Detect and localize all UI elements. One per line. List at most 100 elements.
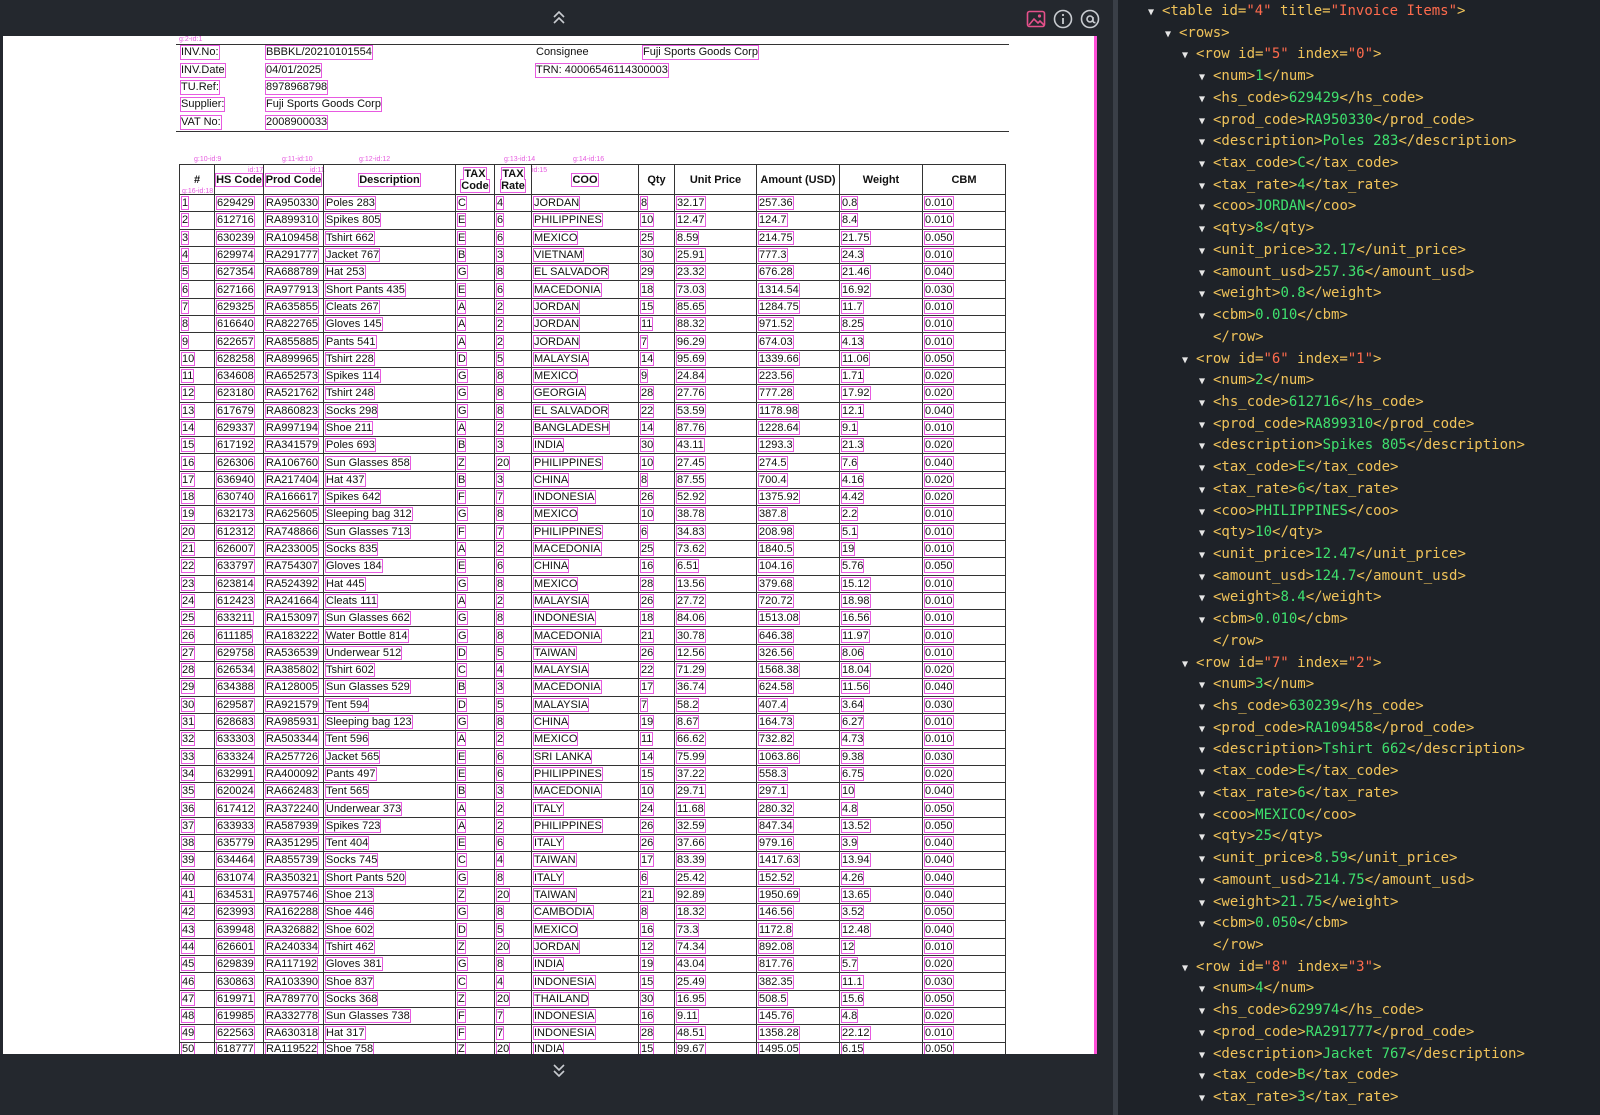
expand-triangle-icon[interactable]: ▼ [1199, 784, 1213, 806]
expand-triangle-icon[interactable]: ▼ [1182, 350, 1196, 372]
xml-tree-node[interactable]: ▼ <qty>8</qty> [1199, 218, 1314, 240]
expand-triangle-icon[interactable]: ▼ [1199, 502, 1213, 524]
expand-triangle-icon[interactable]: ▼ [1199, 1045, 1213, 1067]
expand-triangle-icon[interactable]: ▼ [1199, 914, 1213, 936]
xml-tree-node[interactable]: ▼ <coo>PHILIPPINES</coo> [1199, 501, 1398, 523]
expand-triangle-icon[interactable]: ▼ [1199, 719, 1213, 741]
expand-triangle-icon[interactable]: ▼ [1199, 610, 1213, 632]
info-icon[interactable] [1052, 8, 1074, 30]
chevron-down-icon[interactable] [548, 1059, 570, 1081]
expand-triangle-icon[interactable]: ▼ [1199, 241, 1213, 263]
xml-tree-node[interactable]: ▼ <amount_usd>124.7</amount_usd> [1199, 566, 1466, 588]
expand-triangle-icon[interactable]: ▼ [1199, 675, 1213, 697]
expand-triangle-icon[interactable]: ▼ [1199, 1023, 1213, 1045]
xml-tree-node[interactable]: </row> [1199, 327, 1264, 349]
xml-tree-node[interactable]: ▼ <cbm>0.050</cbm> [1199, 913, 1348, 935]
chevron-up-icon[interactable] [548, 7, 570, 29]
xml-tree-node[interactable]: ▼ <num>4</num> [1199, 978, 1314, 1000]
expand-triangle-icon[interactable]: ▼ [1148, 2, 1162, 24]
expand-triangle-icon[interactable]: ▼ [1199, 849, 1213, 871]
expand-triangle-icon[interactable]: ▼ [1199, 219, 1213, 241]
xml-tree-node[interactable]: ▼ <row id="5" index="0"> [1182, 44, 1381, 66]
xml-tree-node[interactable]: ▼ <tax_code>B</tax_code> [1199, 1065, 1398, 1087]
expand-triangle-icon[interactable]: ▼ [1165, 24, 1179, 46]
xml-tree-node[interactable]: ▼ <unit_price>8.59</unit_price> [1199, 848, 1457, 870]
xml-tree-node[interactable]: ▼ <prod_code>RA291777</prod_code> [1199, 1022, 1474, 1044]
expand-triangle-icon[interactable]: ▼ [1199, 89, 1213, 111]
xml-tree-node[interactable]: ▼ <description>Spikes 805</description> [1199, 435, 1525, 457]
xml-tree-node[interactable]: ▼ <table id="4" title="Invoice Items"> [1148, 1, 1465, 23]
expand-triangle-icon[interactable]: ▼ [1199, 871, 1213, 893]
expand-triangle-icon[interactable]: ▼ [1199, 893, 1213, 915]
xml-tree-node[interactable]: ▼ <tax_rate>6</tax_rate> [1199, 479, 1398, 501]
at-icon[interactable] [1079, 8, 1101, 30]
image-icon[interactable] [1025, 8, 1047, 30]
xml-tree-node[interactable]: ▼ <tax_rate>4</tax_rate> [1199, 175, 1398, 197]
xml-tree-node[interactable]: </row> [1199, 935, 1264, 957]
xml-tree-node[interactable]: </row> [1199, 631, 1264, 653]
expand-triangle-icon[interactable]: ▼ [1199, 132, 1213, 154]
expand-triangle-icon[interactable]: ▼ [1182, 654, 1196, 676]
xml-tree-node[interactable]: ▼ <description>Poles 283</description> [1199, 131, 1516, 153]
xml-tree-node[interactable]: ▼ <rows> [1165, 23, 1230, 45]
xml-tree-node[interactable]: ▼ <cbm>0.010</cbm> [1199, 609, 1348, 631]
expand-triangle-icon[interactable]: ▼ [1199, 523, 1213, 545]
xml-tree-node[interactable]: ▼ <tax_rate>3</tax_rate> [1199, 1087, 1398, 1109]
expand-triangle-icon[interactable]: ▼ [1199, 697, 1213, 719]
expand-triangle-icon[interactable]: ▼ [1199, 545, 1213, 567]
xml-tree-node[interactable]: ▼ <num>3</num> [1199, 674, 1314, 696]
xml-tree-node[interactable]: ▼ <tax_rate>6</tax_rate> [1199, 783, 1398, 805]
xml-tree-node[interactable]: ▼ <hs_code>612716</hs_code> [1199, 392, 1424, 414]
expand-triangle-icon[interactable]: ▼ [1199, 1066, 1213, 1088]
expand-triangle-icon[interactable]: ▼ [1199, 263, 1213, 285]
expand-triangle-icon[interactable]: ▼ [1199, 567, 1213, 589]
expand-triangle-icon[interactable]: ▼ [1199, 827, 1213, 849]
xml-tree-node[interactable]: ▼ <coo>MEXICO</coo> [1199, 805, 1356, 827]
xml-tree-node[interactable]: ▼ <amount_usd>214.75</amount_usd> [1199, 870, 1474, 892]
xml-tree-node[interactable]: ▼ <row id="6" index="1"> [1182, 349, 1381, 371]
expand-triangle-icon[interactable]: ▼ [1199, 740, 1213, 762]
expand-triangle-icon[interactable]: ▼ [1182, 958, 1196, 980]
expand-triangle-icon[interactable]: ▼ [1199, 480, 1213, 502]
xml-tree-node[interactable]: ▼ <tax_code>E</tax_code> [1199, 457, 1398, 479]
xml-tree-node[interactable]: ▼ <amount_usd>257.36</amount_usd> [1199, 262, 1474, 284]
xml-tree-node[interactable]: ▼ <num>2</num> [1199, 370, 1314, 392]
xml-tree-node[interactable]: ▼ <weight>8.4</weight> [1199, 587, 1382, 609]
xml-tree-node[interactable]: ▼ <qty>25</qty> [1199, 826, 1323, 848]
expand-triangle-icon[interactable]: ▼ [1199, 436, 1213, 458]
xml-tree-node[interactable]: ▼ <hs_code>630239</hs_code> [1199, 696, 1424, 718]
xml-tree-node[interactable]: ▼ <unit_price>32.17</unit_price> [1199, 240, 1466, 262]
expand-triangle-icon[interactable]: ▼ [1182, 45, 1196, 67]
xml-tree-node[interactable]: ▼ <unit_price>12.47</unit_price> [1199, 544, 1466, 566]
xml-tree-node[interactable]: ▼ <prod_code>RA899310</prod_code> [1199, 414, 1474, 436]
expand-triangle-icon[interactable]: ▼ [1199, 806, 1213, 828]
expand-triangle-icon[interactable]: ▼ [1199, 306, 1213, 328]
xml-tree-node[interactable]: ▼ <tax_code>E</tax_code> [1199, 761, 1398, 783]
expand-triangle-icon[interactable]: ▼ [1199, 154, 1213, 176]
expand-triangle-icon[interactable]: ▼ [1199, 1088, 1213, 1110]
expand-triangle-icon[interactable]: ▼ [1199, 371, 1213, 393]
expand-triangle-icon[interactable]: ▼ [1199, 284, 1213, 306]
expand-triangle-icon[interactable]: ▼ [1199, 197, 1213, 219]
xml-tree-node[interactable]: ▼ <cbm>0.010</cbm> [1199, 305, 1348, 327]
xml-tree-node[interactable]: ▼ <num>1</num> [1199, 66, 1314, 88]
xml-tree-node[interactable]: ▼ <description>Tshirt 662</description> [1199, 739, 1525, 761]
expand-triangle-icon[interactable]: ▼ [1199, 979, 1213, 1001]
xml-tree-node[interactable]: ▼ <prod_code>RA950330</prod_code> [1199, 110, 1474, 132]
xml-tree-node[interactable]: ▼ <qty>10</qty> [1199, 522, 1323, 544]
xml-tree-node[interactable]: ▼ <weight>21.75</weight> [1199, 892, 1398, 914]
xml-tree-node[interactable]: ▼ <tax_code>C</tax_code> [1199, 153, 1398, 175]
xml-tree-node[interactable]: ▼ <prod_code>RA109458</prod_code> [1199, 718, 1474, 740]
expand-triangle-icon[interactable]: ▼ [1199, 393, 1213, 415]
expand-triangle-icon[interactable]: ▼ [1199, 588, 1213, 610]
expand-triangle-icon[interactable]: ▼ [1199, 111, 1213, 133]
xml-tree-node[interactable]: ▼ <weight>0.8</weight> [1199, 283, 1382, 305]
expand-triangle-icon[interactable]: ▼ [1199, 762, 1213, 784]
xml-tree-node[interactable]: ▼ <hs_code>629974</hs_code> [1199, 1000, 1424, 1022]
expand-triangle-icon[interactable]: ▼ [1199, 1001, 1213, 1023]
xml-tree-node[interactable]: ▼ <coo>JORDAN</coo> [1199, 196, 1356, 218]
xml-tree-node[interactable]: ▼ <hs_code>629429</hs_code> [1199, 88, 1424, 110]
xml-tree-node[interactable]: ▼ <row id="8" index="3"> [1182, 957, 1381, 979]
xml-tree-node[interactable]: ▼ <row id="7" index="2"> [1182, 653, 1381, 675]
xml-tree-node[interactable]: ▼ <description>Jacket 767</description> [1199, 1044, 1525, 1066]
